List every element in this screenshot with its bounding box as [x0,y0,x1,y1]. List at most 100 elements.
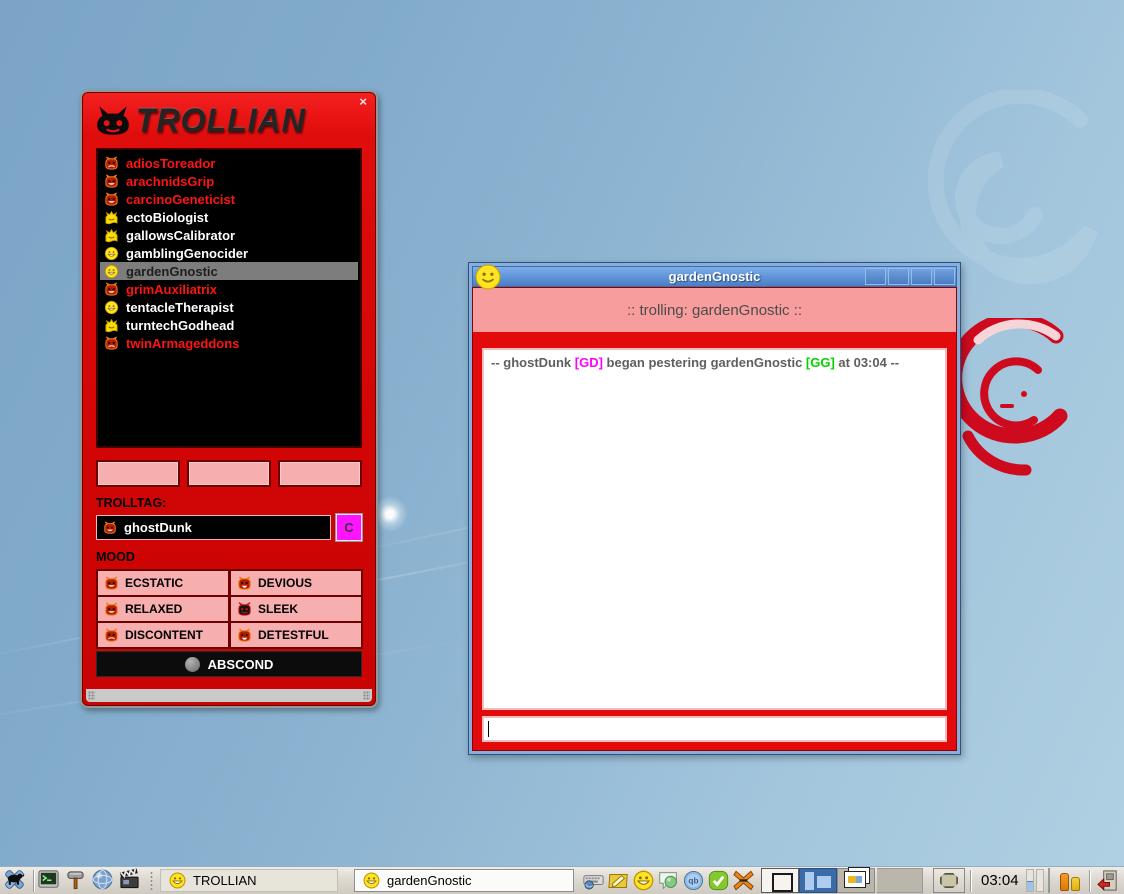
smiley-task-icon [363,872,380,889]
mood-button-label: DISCONTENT [125,628,203,642]
chum-row[interactable]: twinArmageddons [100,334,358,352]
chum-name: adiosToreador [126,156,215,171]
chum-name: gallowsCalibrator [126,228,235,243]
show-desktop-button[interactable] [933,868,965,893]
chum-row[interactable]: tentacleTherapist [100,298,358,316]
cut-icon[interactable] [732,870,754,892]
mood-button[interactable]: RELAXED [96,595,230,623]
chum-row[interactable]: grimAuxiliatrix [100,280,358,298]
chat-titlebar[interactable]: gardenGnostic [472,266,957,287]
chum-row[interactable]: arachnidsGrip [100,172,358,190]
mood-button[interactable]: DEVIOUS [229,569,363,597]
task-area: TROLLIAN gardenGnostic [158,869,574,892]
workspace-2-button[interactable] [799,868,837,893]
chum-name: twinArmageddons [126,336,239,351]
keyboard-layout-icon[interactable] [582,870,604,892]
window-control-button[interactable] [934,268,955,285]
trollian-logo-text: TROLLIAN [136,101,306,139]
trolltag-mood-icon [103,521,117,535]
abscond-label: ABSCOND [208,657,274,672]
chum-name: tentacleTherapist [126,300,234,315]
media-button[interactable] [118,868,145,893]
window-control-button[interactable] [865,268,886,285]
workspace-3-button[interactable] [837,868,875,893]
checkmark-icon[interactable] [707,870,729,892]
chum-name: turntechGodhead [126,318,234,333]
system-tray: qb [582,870,754,892]
clock: 03:04 [976,872,1024,889]
mood-slime-icon [104,210,119,225]
workspace-1-button[interactable] [761,868,799,893]
taskbar-separator [149,871,154,891]
terminal-button[interactable] [37,868,64,893]
mood-button-label: DETESTFUL [258,628,329,642]
notes-icon[interactable] [607,870,629,892]
action-button[interactable] [187,460,271,487]
web-browser-icon [91,868,118,893]
message-segment: [GG] [806,355,835,370]
svg-text:qb: qb [688,876,698,886]
hammer-button[interactable] [64,868,91,893]
smiley-task-icon [169,872,186,889]
qbittorrent-icon[interactable]: qb [682,870,704,892]
window-controls [865,268,955,285]
hammer-icon [64,868,91,893]
mood-button[interactable]: DISCONTENT [96,621,230,649]
mood-grid: ECSTATIC DEVIOUS RELAXED SLEEK DISCONTEN… [96,569,362,647]
chum-actions [96,460,362,487]
action-button[interactable] [96,460,180,487]
trollian-logo: TROLLIAN [82,99,376,143]
logout-button[interactable] [1095,868,1121,893]
mood-devil-frown-icon [104,628,119,643]
chum-row[interactable]: adiosToreador [100,154,358,172]
chat-bubble-icon[interactable] [657,870,679,892]
text-caret [488,721,489,737]
window-control-button[interactable] [888,268,909,285]
taskbar-separator [1089,870,1090,892]
web-browser-button[interactable] [91,868,118,893]
message-segment: at 03:04 -- [835,355,899,370]
chum-name: carcinoGeneticist [126,192,235,207]
gauge-bar [1026,869,1034,892]
chat-window: gardenGnostic :: trolling: gardenGnostic… [468,262,961,755]
start-menu-button[interactable] [3,868,30,893]
mood-button[interactable]: SLEEK [229,595,363,623]
window-control-button[interactable] [911,268,932,285]
trolling-header: :: trolling: gardenGnostic :: [473,288,956,332]
mood-devil-grin-icon [104,192,119,207]
chum-row[interactable]: gardenGnostic [100,262,358,280]
chum-row[interactable]: gallowsCalibrator [100,226,358,244]
chum-row[interactable]: carcinoGeneticist [100,190,358,208]
mood-button[interactable]: ECSTATIC [96,569,230,597]
chum-name: arachnidsGrip [126,174,214,189]
task-label: gardenGnostic [387,873,472,888]
taskbar-task-gardenGnostic[interactable]: gardenGnostic [354,869,574,892]
trollian-tray-icon[interactable] [632,870,654,892]
mood-devil-sly-icon [237,628,252,643]
trolltag-input[interactable]: ghostDunk [96,515,331,540]
mood-devil-grin-icon [104,602,119,617]
chum-name: gamblingGenocider [126,246,248,261]
mood-slime-icon [104,318,119,333]
chat-message-input[interactable] [482,716,947,742]
trollian-window: × TROLLIAN adiosToreador arachnidsGrip [80,90,378,708]
desktop: × TROLLIAN adiosToreador arachnidsGrip [0,0,1124,894]
color-picker-button[interactable]: C [336,514,362,541]
chat-body: :: trolling: gardenGnostic :: -- ghostDu… [472,287,957,751]
taskbar: TROLLIAN gardenGnostic qb 03:04 [0,866,1124,894]
devil-logo-icon [94,105,132,137]
chum-row[interactable]: ectoBiologist [100,208,358,226]
smiley-window-icon [475,264,501,290]
launcher-area [3,868,145,893]
taskbar-task-TROLLIAN[interactable]: TROLLIAN [160,869,338,892]
message-segment: began pestering gardenGnostic [603,355,806,370]
action-button[interactable] [278,460,362,487]
abscond-button[interactable]: ABSCOND [96,651,362,677]
close-icon[interactable]: × [359,95,367,108]
taskbar-filler [877,868,923,893]
workspace-pager [761,868,875,893]
chum-row[interactable]: gamblingGenocider [100,244,358,262]
chum-row[interactable]: turntechGodhead [100,316,358,334]
mood-button[interactable]: DETESTFUL [229,621,363,649]
trollian-menubar [82,92,376,99]
